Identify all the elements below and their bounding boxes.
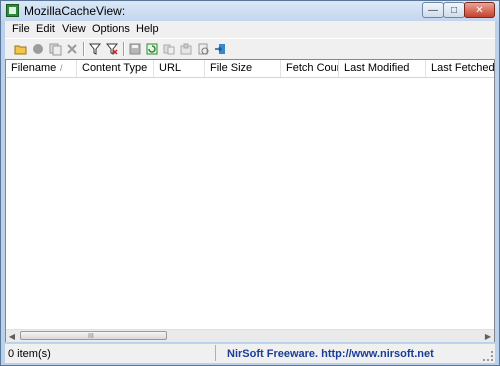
menu-bar: File Edit View Options Help xyxy=(5,21,495,38)
column-filename[interactable]: Filename / xyxy=(6,60,77,77)
list-header: Filename / Content Type URL File Size Fe… xyxy=(6,60,494,78)
close-button[interactable]: ✕ xyxy=(464,2,495,18)
scroll-left-arrow-icon[interactable]: ◀ xyxy=(6,330,18,342)
menu-edit[interactable]: Edit xyxy=(36,23,55,35)
horizontal-scrollbar[interactable]: ◀ III ▶ xyxy=(6,329,494,342)
column-content-type[interactable]: Content Type xyxy=(77,60,154,77)
column-url[interactable]: URL xyxy=(154,60,205,77)
main-window: MozillaCacheView: — □ ✕ File Edit View O… xyxy=(0,0,500,366)
maximize-icon: □ xyxy=(450,4,458,16)
copy-icon[interactable] xyxy=(47,41,63,57)
refresh-icon[interactable] xyxy=(144,41,160,57)
menu-options[interactable]: Options xyxy=(92,23,130,35)
status-bar: 0 item(s) NirSoft Freeware. http://www.n… xyxy=(5,343,495,363)
filter-clear-icon[interactable] xyxy=(104,41,120,57)
open-folder-icon[interactable] xyxy=(13,41,29,57)
column-file-size[interactable]: File Size xyxy=(205,60,281,77)
delete-icon[interactable] xyxy=(64,41,80,57)
menu-view[interactable]: View xyxy=(62,23,86,35)
sort-indicator-icon: / xyxy=(60,63,63,73)
toolbar-separator xyxy=(123,42,125,56)
item-count: 0 item(s) xyxy=(8,348,51,360)
cache-list[interactable]: Filename / Content Type URL File Size Fe… xyxy=(5,59,495,342)
menu-file[interactable]: File xyxy=(12,23,30,35)
exit-icon[interactable] xyxy=(212,41,228,57)
column-last-fetched[interactable]: Last Fetched xyxy=(426,60,494,77)
scroll-grip-icon: III xyxy=(88,333,94,340)
resize-grip-icon[interactable] xyxy=(483,351,493,361)
status-divider xyxy=(215,345,216,361)
nirsoft-link[interactable]: NirSoft Freeware. http://www.nirsoft.net xyxy=(227,348,434,360)
toolbar xyxy=(5,38,495,59)
copy-files-icon[interactable] xyxy=(161,41,177,57)
column-last-modified[interactable]: Last Modified xyxy=(339,60,426,77)
minimize-button[interactable]: — xyxy=(422,2,444,18)
scroll-thumb[interactable]: III xyxy=(20,331,167,340)
stop-icon[interactable] xyxy=(30,41,46,57)
maximize-button[interactable]: □ xyxy=(443,2,465,18)
filter-icon[interactable] xyxy=(87,41,103,57)
save-icon[interactable] xyxy=(127,41,143,57)
properties-icon[interactable] xyxy=(195,41,211,57)
export-icon[interactable] xyxy=(178,41,194,57)
toolbar-separator xyxy=(83,42,85,56)
minimize-icon: — xyxy=(428,4,438,16)
close-icon: ✕ xyxy=(475,4,484,16)
window-title: MozillaCacheView: xyxy=(24,4,126,18)
title-bar[interactable]: MozillaCacheView: — □ ✕ xyxy=(1,1,499,21)
menu-help[interactable]: Help xyxy=(136,23,159,35)
scroll-right-arrow-icon[interactable]: ▶ xyxy=(482,330,494,342)
app-icon xyxy=(6,4,19,17)
column-fetch-count[interactable]: Fetch Count xyxy=(281,60,339,77)
